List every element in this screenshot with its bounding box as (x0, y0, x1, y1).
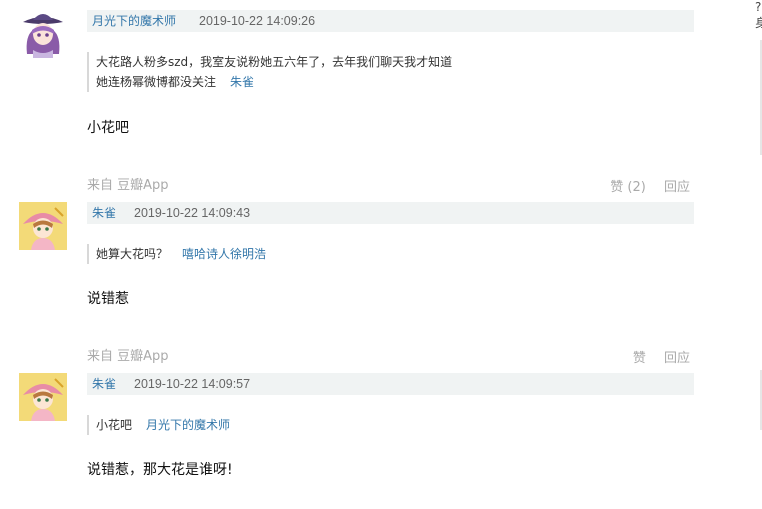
quote-text-line: 她连杨幂微博都没关注 (96, 75, 217, 89)
reply-button[interactable]: 回应 (664, 351, 690, 366)
comment-header: 朱雀 2019-10-22 14:09:57 (87, 373, 694, 395)
avatar-girl-witch-hat (19, 10, 67, 58)
quoted-reply: 小花吧 月光下的魔术师 (87, 415, 230, 435)
quoted-reply: 她算大花吗？ 嘻哈诗人徐明浩 (87, 244, 266, 264)
comment-timestamp: 2019-10-22 14:09:57 (134, 377, 251, 391)
comment-header: 月光下的魔术师 2019-10-22 14:09:26 (87, 10, 694, 32)
reply-button[interactable]: 回应 (664, 180, 690, 195)
quote-author-link[interactable]: 月光下的魔术师 (146, 418, 230, 432)
comment-author-link[interactable]: 朱雀 (92, 202, 116, 224)
avatar-card-captor-girl (19, 373, 67, 421)
like-button[interactable]: 赞 (633, 351, 646, 366)
comment-source: 来自 豆瓣App (87, 349, 169, 364)
comment-content: 小花吧 (87, 120, 129, 136)
quote-text-line: 大花路人粉多szd，我室友说粉她五六年了，去年我们聊天我才知道 (96, 55, 453, 69)
avatar[interactable] (19, 202, 67, 250)
comment-timestamp: 2019-10-22 14:09:43 (134, 206, 251, 220)
quote-text-line: 小花吧 (96, 418, 133, 432)
comment-meta: 来自 豆瓣App 赞 回应 (87, 345, 694, 366)
comment-meta: 来自 豆瓣App 赞 (2) 回应 (87, 174, 694, 195)
quote-text-line: 她算大花吗？ (96, 247, 169, 261)
avatar[interactable] (19, 373, 67, 421)
comment-header: 朱雀 2019-10-22 14:09:43 (87, 202, 694, 224)
comment-content: 说错惹 (87, 291, 129, 307)
quote-author-link[interactable]: 嘻哈诗人徐明浩 (182, 247, 266, 261)
comment-author-link[interactable]: 朱雀 (92, 373, 116, 395)
quote-author-link[interactable]: 朱雀 (230, 75, 254, 89)
quoted-reply: 大花路人粉多szd，我室友说粉她五六年了，去年我们聊天我才知道 她连杨幂微博都没… (87, 52, 452, 92)
sidebar-edge-glyph: 身 (755, 16, 762, 30)
like-button[interactable]: 赞 (2) (610, 180, 646, 195)
comment-content: 说错惹，那大花是谁呀! (87, 462, 233, 478)
comment-timestamp: 2019-10-22 14:09:26 (199, 14, 316, 28)
avatar-card-captor-girl (19, 202, 67, 250)
comment-source: 来自 豆瓣App (87, 178, 169, 193)
sidebar-edge-glyph: ? (755, 0, 762, 14)
avatar[interactable] (19, 10, 67, 58)
comment-author-link[interactable]: 月光下的魔术师 (92, 10, 176, 32)
